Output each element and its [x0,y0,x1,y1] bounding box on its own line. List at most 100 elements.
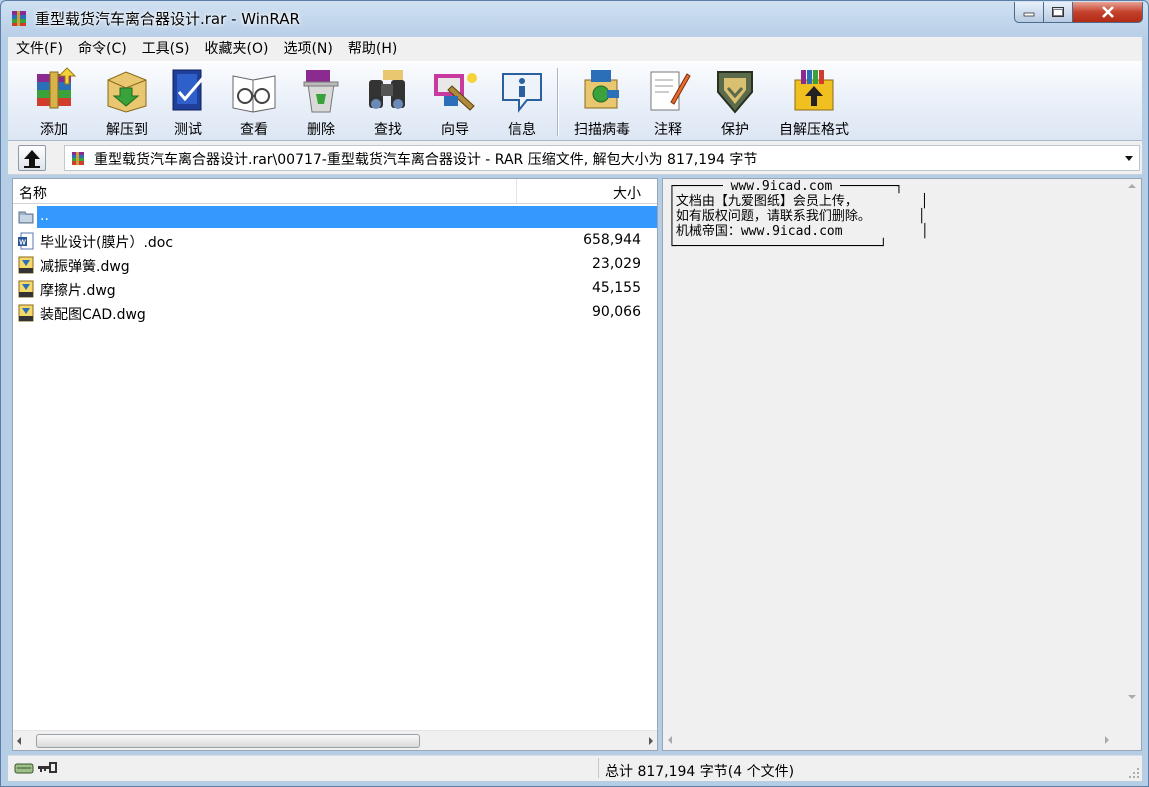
find-button[interactable]: 查找 [358,66,418,138]
minimize-icon [1023,12,1035,17]
status-bar: 总计 817,194 字节(4 个文件) [8,755,1142,781]
extract-to-button[interactable]: 解压到 [92,66,162,138]
file-row[interactable]: W 毕业设计(膜片）.doc 658,944 [13,229,657,253]
file-name: 毕业设计(膜片）.doc [40,235,174,251]
svg-text:W: W [19,240,26,247]
virus-scan-icon [584,70,619,109]
archive-comment: ┌────── www.9icad.com ───────┐ │文档由【九爱图纸… [668,179,929,254]
word-doc-icon: W [18,232,34,250]
minimize-button[interactable] [1014,2,1044,23]
up-arrow-icon [24,150,40,168]
file-size: 658,944 [583,232,641,248]
add-button[interactable]: 添加 [19,66,89,138]
delete-label: 删除 [307,122,335,138]
archive-path-field[interactable]: 重型载货汽车离合器设计.rar\00717-重型载货汽车离合器设计 - RAR … [64,145,1140,171]
comment-line: └──────────────────────────┘ [668,239,888,254]
archive-path-text: 重型载货汽车离合器设计.rar\00717-重型载货汽车离合器设计 - RAR … [94,152,758,168]
key-icon[interactable] [37,762,57,774]
scroll-up-icon[interactable] [1128,184,1136,188]
info-button[interactable]: 信息 [492,66,552,138]
file-row[interactable]: 减振弹簧.dwg 23,029 [13,253,657,277]
menu-commands[interactable]: 命令(C) [70,37,134,61]
protect-label: 保护 [721,122,749,138]
virus-scan-button[interactable]: 扫描病毒 [564,66,640,138]
scroll-left-icon[interactable] [668,736,672,744]
comment-button[interactable]: 注释 [638,66,698,138]
column-header-name[interactable]: 名称 [19,183,47,203]
status-divider [598,758,599,778]
protect-button[interactable]: 保护 [705,66,765,138]
maximize-icon [1052,7,1064,17]
chevron-down-icon[interactable] [1123,151,1135,165]
window-title: 重型载货汽车离合器设计.rar - WinRAR [35,10,300,28]
file-row-parent[interactable]: .. [13,205,657,229]
protect-icon [717,71,753,114]
delete-icon [303,70,339,113]
up-folder-button[interactable] [18,145,46,171]
file-size: 23,029 [592,256,641,272]
dwg-file-icon [18,256,34,274]
menu-favorites[interactable]: 收藏夹(O) [197,37,276,61]
info-icon [502,73,542,113]
resize-grip-icon[interactable] [1128,767,1140,779]
drive-icon[interactable] [14,762,34,774]
add-archive-icon [37,67,77,109]
file-name: .. [40,208,49,224]
info-label: 信息 [508,122,536,138]
title-bar[interactable]: 重型载货汽车离合器设计.rar - WinRAR [1,1,1148,35]
sfx-icon [794,70,834,111]
menu-bar: 文件(F) 命令(C) 工具(S) 收藏夹(O) 选项(N) 帮助(H) [8,37,1142,61]
comment-line: ┌────── www.9icad.com ───────┐ [668,179,903,194]
file-size: 45,155 [592,280,641,296]
file-list: 名称 大小 .. W 毕业设计(膜片）.doc 658,944 减振弹簧.dwg [12,178,658,751]
menu-help[interactable]: 帮助(H) [340,37,404,61]
file-row[interactable]: 摩擦片.dwg 45,155 [13,277,657,301]
view-label: 查看 [240,122,268,138]
view-button[interactable]: 查看 [224,66,284,138]
extract-to-label: 解压到 [106,122,148,138]
virus-scan-label: 扫描病毒 [574,122,630,138]
close-icon [1101,6,1114,18]
scroll-thumb[interactable] [36,734,420,748]
delete-button[interactable]: 删除 [291,66,351,138]
scroll-down-icon[interactable] [1128,695,1136,699]
test-icon [172,69,205,111]
vertical-scrollbar[interactable] [1123,179,1141,729]
scroll-right-icon[interactable] [649,737,653,745]
extract-to-icon [107,71,147,113]
dwg-file-icon [18,304,34,322]
horizontal-scrollbar[interactable] [663,730,1123,750]
file-size: 90,066 [592,304,641,320]
comment-pane: ┌────── www.9icad.com ───────┐ │文档由【九爱图纸… [662,178,1142,751]
comment-icon [650,71,691,111]
menu-tools[interactable]: 工具(S) [134,37,197,61]
wizard-icon [434,73,477,111]
scroll-right-icon[interactable] [1105,736,1109,744]
file-name: 装配图CAD.dwg [40,307,146,323]
selection-highlight [37,206,657,228]
parent-folder-icon [18,211,34,224]
winrar-window: 重型载货汽车离合器设计.rar - WinRAR 文件(F) 命令(C) 工具(… [0,0,1149,787]
close-button[interactable] [1073,2,1143,23]
toolbar-separator [557,68,559,136]
file-name: 减振弹簧.dwg [40,259,130,275]
menu-options[interactable]: 选项(N) [275,37,339,61]
horizontal-scrollbar[interactable] [13,730,657,750]
toolbar: 添加 解压到 测试 查看 删除 查找 向导 信息 扫描病毒 注释 保护 自解压格… [8,61,1142,141]
sfx-button[interactable]: 自解压格式 [770,66,858,138]
scroll-left-icon[interactable] [17,737,21,745]
winrar-app-icon [12,11,26,26]
test-button[interactable]: 测试 [158,66,218,138]
comment-label: 注释 [654,122,682,138]
wizard-button[interactable]: 向导 [425,66,485,138]
maximize-button[interactable] [1044,2,1073,23]
dwg-file-icon [18,280,34,298]
menu-file[interactable]: 文件(F) [8,37,70,61]
rar-archive-icon [72,152,84,165]
column-header-size[interactable]: 大小 [613,183,641,203]
find-label: 查找 [374,122,402,138]
comment-line: │机械帝国：www.9icad.com │ [668,224,929,239]
column-divider[interactable] [516,179,517,203]
file-name: 摩擦片.dwg [40,283,116,299]
file-row[interactable]: 装配图CAD.dwg 90,066 [13,301,657,325]
